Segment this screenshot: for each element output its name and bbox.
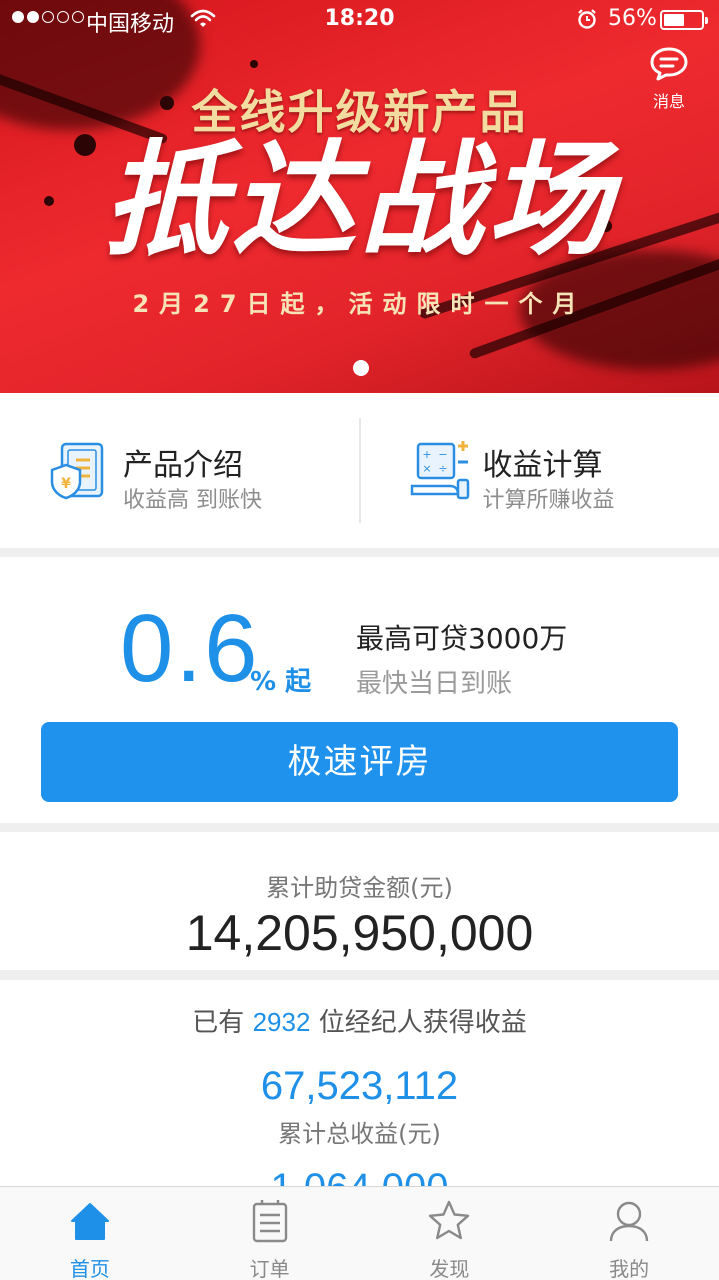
agents-prefix: 已有 <box>192 1008 245 1038</box>
loan-total-label: 累计助贷金额(元) <box>266 874 453 902</box>
agents-count: 2932 <box>252 1007 311 1037</box>
home-icon <box>70 1203 109 1240</box>
section-gap <box>0 823 719 832</box>
tab-orders[interactable]: 订单 <box>180 1187 360 1280</box>
alarm-icon <box>576 8 598 36</box>
rate-card: 0.6 % 起 最高可贷3000万 最快当日到账 极速评房 <box>0 557 719 823</box>
product-intro-desc: 收益高 到账快 <box>123 488 262 513</box>
tab-orders-label: 订单 <box>249 1257 290 1280</box>
status-bar: 中国移动 18:20 56% <box>0 0 719 40</box>
rate-value: 0.6 <box>120 595 260 702</box>
earnings-calc-entry[interactable]: + − × ÷ 收益计算 计算所赚收益 <box>360 393 719 548</box>
battery-percent: 56% <box>608 6 657 31</box>
fast-payout-text: 最快当日到账 <box>356 669 513 699</box>
loan-total-section: 累计助贷金额(元) 14,205,950,000 <box>0 832 719 970</box>
banner-subtitle: 2月27日起，活动限时一个月 <box>132 290 587 318</box>
svg-text:×: × <box>422 462 431 475</box>
promo-banner[interactable]: 中国移动 18:20 56% 消息 全线升级新产品 抵达战场 2月27日起，活动… <box>0 0 719 393</box>
agents-suffix: 位经纪人获得收益 <box>318 1008 527 1038</box>
carousel-indicator-dot[interactable] <box>353 360 369 376</box>
max-loan-text: 最高可贷3000万 <box>356 622 568 655</box>
tab-discover[interactable]: 发现 <box>360 1187 540 1280</box>
svg-text:−: − <box>438 448 447 461</box>
rate-unit: % 起 <box>250 667 312 697</box>
product-intro-title: 产品介绍 <box>123 448 243 483</box>
total-earnings-value: 67,523,112 <box>260 1064 459 1108</box>
earnings-calc-title: 收益计算 <box>482 448 603 483</box>
banner-headline-big: 抵达战场 <box>103 128 616 273</box>
product-intro-entry[interactable]: ¥ 产品介绍 收益高 到账快 <box>0 393 360 548</box>
agents-count-line: 已有 2932 位经纪人获得收益 <box>0 1002 719 1039</box>
agents-section: 已有 2932 位经纪人获得收益 67,523,112 累计总收益(元) 1,0… <box>0 980 719 1190</box>
earnings-calc-desc: 计算所赚收益 <box>482 488 615 513</box>
tab-bar: 首页 订单 发现 我的 <box>0 1186 719 1280</box>
quick-entries: ¥ 产品介绍 收益高 到账快 + − × ÷ 收益计算 计算所赚收益 <box>0 393 719 548</box>
quick-appraisal-button[interactable]: 极速评房 <box>41 722 678 802</box>
tab-home[interactable]: 首页 <box>0 1187 180 1280</box>
total-earnings-label: 累计总收益(元) <box>278 1120 441 1148</box>
calculator-icon: + − × ÷ <box>410 441 469 500</box>
svg-text:¥: ¥ <box>61 476 71 492</box>
tab-profile-label: 我的 <box>609 1257 650 1280</box>
ink-splat-decoration <box>250 60 258 68</box>
svg-text:+: + <box>422 448 431 461</box>
section-gap <box>0 548 719 557</box>
loan-total-value: 14,205,950,000 <box>185 905 534 961</box>
tab-home-label: 首页 <box>69 1257 110 1280</box>
section-gap <box>0 970 719 980</box>
clipboard-icon <box>252 1200 287 1243</box>
user-icon <box>609 1201 649 1242</box>
battery-icon <box>660 10 708 30</box>
svg-text:÷: ÷ <box>438 462 447 475</box>
tab-discover-label: 发现 <box>429 1257 470 1280</box>
shield-document-icon: ¥ <box>50 442 104 500</box>
tab-profile[interactable]: 我的 <box>539 1187 719 1280</box>
star-icon <box>429 1200 470 1240</box>
